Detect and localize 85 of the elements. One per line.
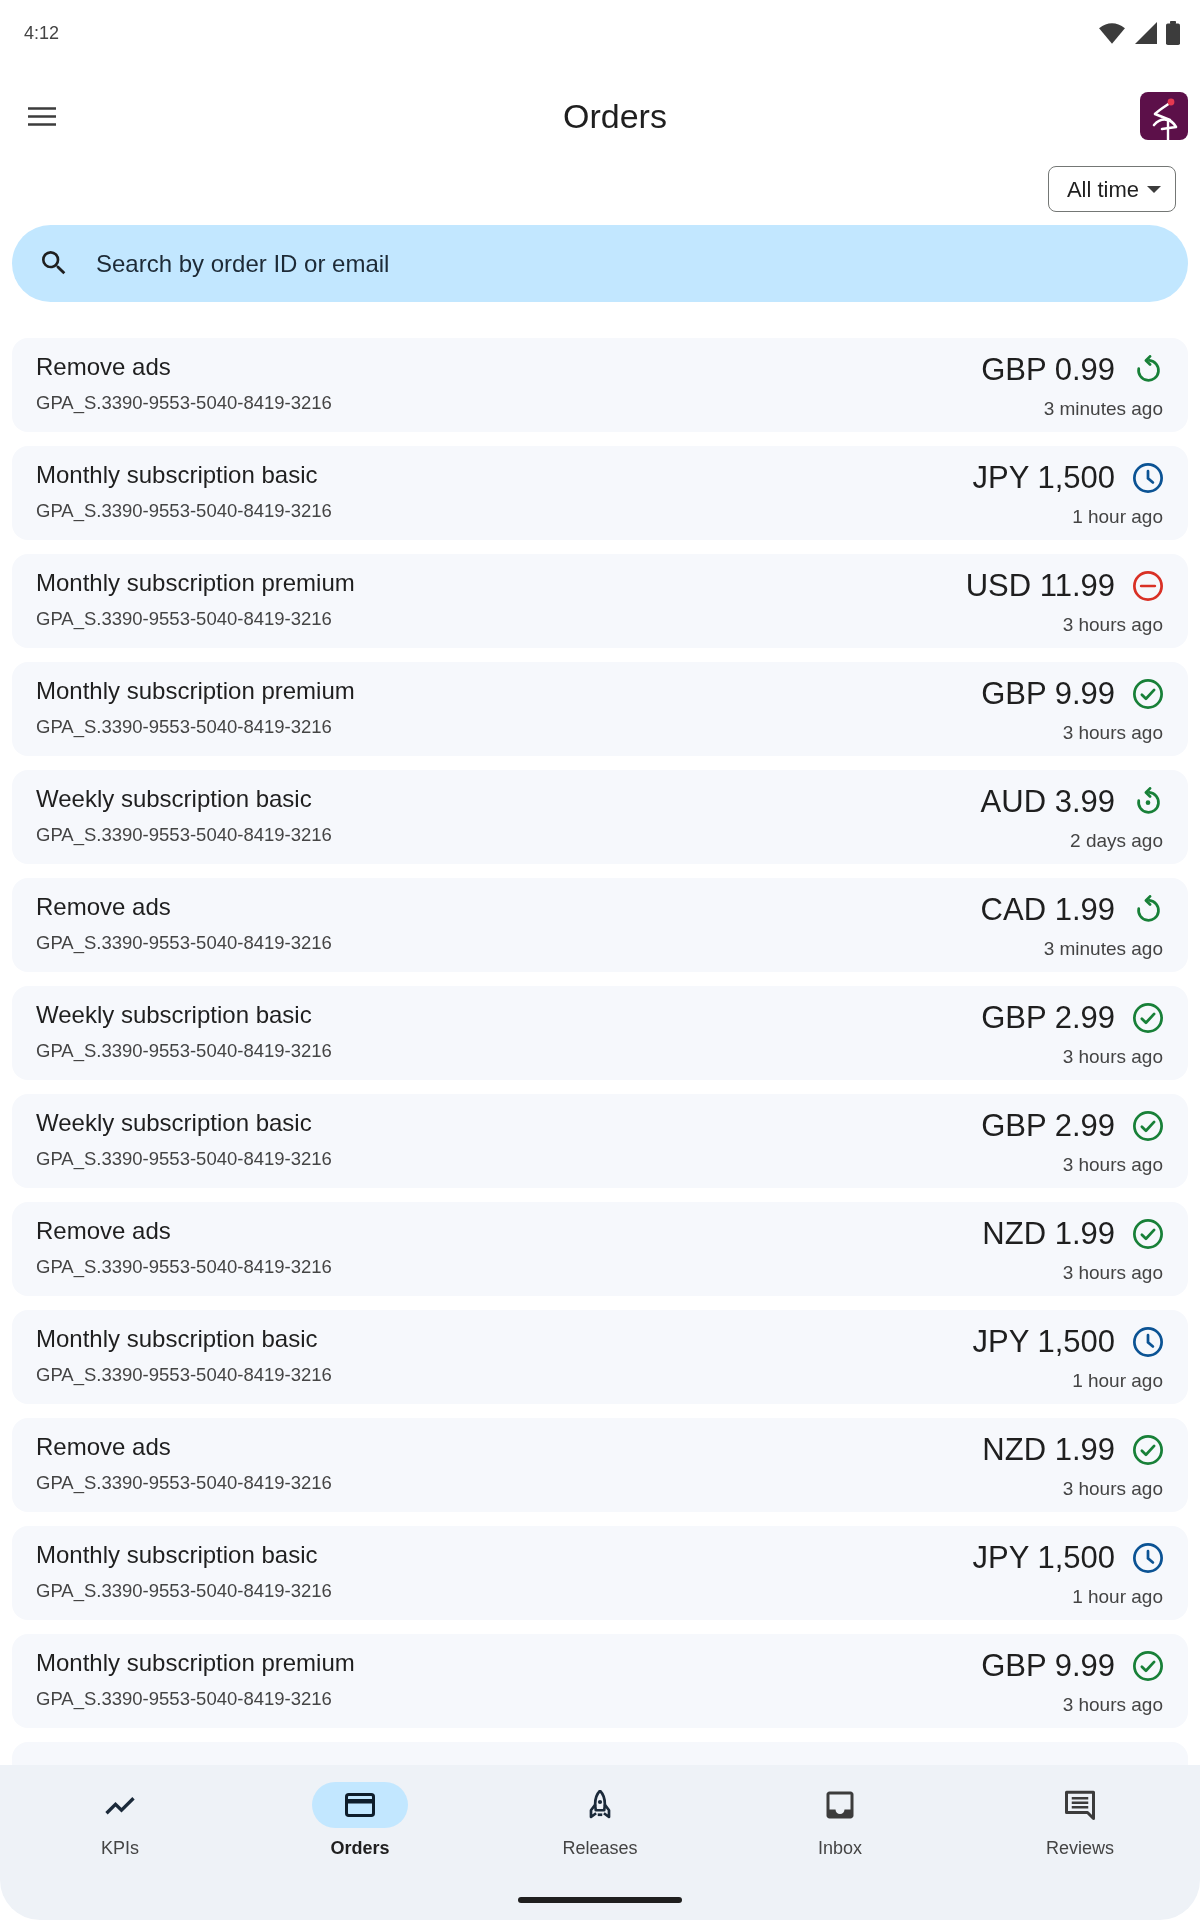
wifi-icon	[1098, 21, 1126, 45]
order-id: GPA_S.3390-9553-5040-8419-3216	[36, 823, 332, 847]
order-amount: USD 11.99	[965, 568, 1115, 604]
product-name: Monthly subscription basic	[36, 1324, 319, 1354]
order-amount: JPY 1,500	[972, 1540, 1115, 1576]
order-id: GPA_S.3390-9553-5040-8419-3216	[36, 1687, 333, 1711]
order-id: GPA_S.3390-9553-5040-8419-3216	[36, 1039, 332, 1063]
order-card[interactable]: Remove ads GPA_S.3390-9553-5040-8419-3216 NZD 1.99 3 hours ago	[12, 1418, 1188, 1512]
order-time: 3 hours ago	[1062, 1045, 1163, 1069]
order-time: 2 days ago	[1070, 829, 1163, 853]
order-amount: NZD 1.99	[982, 1216, 1115, 1252]
battery-icon	[1166, 21, 1180, 45]
order-card[interactable]: Weekly subscription basic GPA_S.3390-9553-5040-8419-3216 GBP 2.99 3 hours ago	[12, 1094, 1188, 1188]
order-id: GPA_S.3390-9553-5040-8419-3216	[36, 607, 333, 631]
order-card[interactable]: Monthly subscription premium GPA_S.3390-9553-5040-8419-3216 USD 11.99 3 hours ago	[12, 554, 1188, 648]
order-amount: JPY 1,500	[972, 460, 1115, 496]
order-id: GPA_S.3390-9553-5040-8419-3216	[36, 391, 332, 415]
order-amount: GBP 9.99	[981, 1648, 1115, 1684]
product-name: Monthly subscription premium	[36, 676, 355, 706]
order-card[interactable]: Monthly subscription basic GPA_S.3390-9553-5040-8419-3216 JPY 1,500 1 hour ago	[12, 446, 1188, 540]
menu-button[interactable]	[28, 106, 56, 126]
order-amount: JPY 1,500	[972, 1324, 1115, 1360]
order-time: 3 hours ago	[1062, 1477, 1163, 1501]
order-amount: AUD 3.99	[980, 784, 1115, 820]
caret-icon	[1147, 185, 1161, 193]
order-card[interactable]: Weekly subscription basic GPA_S.3390-9553-5040-8419-3216 AUD 3.99 2 days ago	[12, 770, 1188, 864]
product-name: Remove ads	[36, 1432, 172, 1462]
product-name: Monthly subscription premium	[36, 568, 355, 598]
page-title: Orders	[562, 96, 667, 136]
search-icon	[42, 251, 66, 275]
search-field[interactable]: Search by order ID or email	[12, 225, 1188, 302]
chat-bubble-icon	[1065, 1790, 1095, 1820]
product-name: Weekly subscription basic	[36, 784, 313, 814]
product-name: Remove ads	[36, 352, 172, 382]
product-name: Weekly subscription basic	[36, 1000, 313, 1030]
order-amount: GBP 2.99	[981, 1108, 1115, 1144]
nav-tab[interactable]: Orders	[312, 1782, 408, 1860]
time-range-dropdown[interactable]: All time	[1047, 166, 1176, 212]
product-name: Monthly subscription basic	[36, 460, 319, 490]
order-id: GPA_S.3390-9553-5040-8419-3216	[36, 715, 333, 739]
order-id: GPA_S.3390-9553-5040-8419-3216	[36, 1363, 332, 1387]
order-card[interactable]: Monthly subscription premium GPA_S.3390-9553-5040-8419-3216 GBP 9.99 3 hours ago	[12, 1634, 1188, 1728]
order-card[interactable]: Monthly subscription basic GPA_S.3390-9553-5040-8419-3216 JPY 1,500 1 hour ago	[12, 1310, 1188, 1404]
nav-tab[interactable]: Inbox	[792, 1782, 888, 1860]
order-card[interactable]: Remove ads GPA_S.3390-9553-5040-8419-3216 GBP 0.99 3 minutes ago	[12, 338, 1188, 432]
order-card[interactable]: Remove ads GPA_S.3390-9553-5040-8419-3216 NZD 1.99 3 hours ago	[12, 1202, 1188, 1296]
nav-tab[interactable]: KPIs	[72, 1782, 168, 1860]
order-amount: GBP 9.99	[981, 676, 1115, 712]
order-id: GPA_S.3390-9553-5040-8419-3216	[36, 931, 332, 955]
order-time: 3 minutes ago	[1043, 937, 1163, 961]
product-name: Weekly subscription basic	[36, 1108, 313, 1138]
status-time: 4:12	[24, 22, 60, 44]
menu-icon	[28, 106, 56, 126]
order-card[interactable]: Monthly subscription basic GPA_S.3390-9553-5040-8419-3216 JPY 1,500 1 hour ago	[12, 1526, 1188, 1620]
order-card[interactable]: Remove ads GPA_S.3390-9553-5040-8419-3216 CAD 1.99 3 minutes ago	[12, 878, 1188, 972]
product-name: Monthly subscription basic	[36, 1540, 319, 1570]
order-id: GPA_S.3390-9553-5040-8419-3216	[36, 1255, 332, 1279]
order-time: 3 hours ago	[1062, 721, 1163, 745]
inbox-tray-icon	[825, 1790, 855, 1820]
order-time: 3 hours ago	[1062, 613, 1163, 637]
product-name: Remove ads	[36, 1216, 172, 1246]
order-time: 3 minutes ago	[1043, 397, 1163, 421]
product-name: Monthly subscription premium	[36, 1648, 355, 1678]
order-time: 3 hours ago	[1062, 1693, 1163, 1717]
order-amount: CAD 1.99	[980, 892, 1115, 928]
bird-logo-icon[interactable]	[1140, 92, 1188, 140]
order-id: GPA_S.3390-9553-5040-8419-3216	[36, 1147, 332, 1171]
signal-icon	[1134, 21, 1158, 45]
order-card[interactable]: Monthly subscription premium GPA_S.3390-9553-5040-8419-3216 GBP 9.99 3 hours ago	[12, 662, 1188, 756]
order-time: 1 hour ago	[1072, 1585, 1163, 1609]
order-id: GPA_S.3390-9553-5040-8419-3216	[36, 1471, 332, 1495]
order-time: 1 hour ago	[1072, 505, 1163, 529]
order-amount: GBP 0.99	[981, 352, 1115, 388]
order-amount: GBP 2.99	[981, 1000, 1115, 1036]
order-time: 3 hours ago	[1062, 1153, 1163, 1177]
order-card[interactable]: Weekly subscription basic GPA_S.3390-9553-5040-8419-3216 GBP 2.99 3 hours ago	[12, 986, 1188, 1080]
nav-tab[interactable]: Releases	[552, 1782, 648, 1860]
order-id: GPA_S.3390-9553-5040-8419-3216	[36, 1579, 332, 1603]
order-time: 3 hours ago	[1062, 1261, 1163, 1285]
nav-tab[interactable]: Reviews	[1032, 1782, 1128, 1860]
product-name: Remove ads	[36, 892, 172, 922]
credit-card-icon	[312, 1782, 408, 1828]
order-time: 1 hour ago	[1072, 1369, 1163, 1393]
order-amount: NZD 1.99	[982, 1432, 1115, 1468]
order-id: GPA_S.3390-9553-5040-8419-3216	[36, 499, 332, 523]
